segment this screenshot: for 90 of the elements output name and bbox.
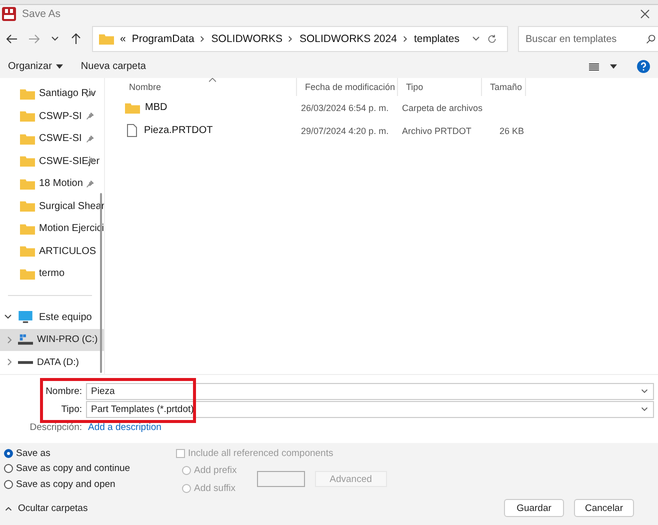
drive-icon xyxy=(18,334,33,346)
folder-icon xyxy=(20,178,35,190)
chevron-icon[interactable] xyxy=(4,313,12,322)
file-name: MBD xyxy=(145,102,168,114)
back-arrow-icon[interactable] xyxy=(6,33,18,46)
sidebar-label: CSWP-SI xyxy=(39,110,82,122)
add-description-link[interactable]: Add a description xyxy=(86,422,162,434)
address-bar[interactable]: « ProgramData SOLIDWORKS SOLIDWORKS 2024 templates xyxy=(92,26,508,52)
forward-arrow-icon[interactable] xyxy=(28,33,40,46)
breadcrumb[interactable]: templates xyxy=(414,33,460,46)
hide-folders-button[interactable]: Ocultar carpetas xyxy=(4,502,88,514)
modified-date: 29/07/2024 4:20 p. m. xyxy=(301,126,389,136)
sidebar-item[interactable]: ARTICULOS xyxy=(0,240,104,263)
filename-field[interactable]: Pieza xyxy=(86,383,654,400)
file-type: Archivo PRTDOT xyxy=(402,126,472,136)
file-row[interactable]: MBD 26/03/2024 6:54 p. m. Carpeta de archivos xyxy=(121,96,658,119)
document-icon xyxy=(127,124,137,138)
modified-date: 26/03/2024 6:54 p. m. xyxy=(301,102,389,113)
sidebar-item[interactable]: CSWE-SIEjer xyxy=(0,150,104,173)
radio-label[interactable]: Save as xyxy=(16,448,50,459)
overflow-chevrons[interactable]: « xyxy=(120,33,126,46)
sidebar-item[interactable]: Motion Ejercici xyxy=(0,218,104,240)
chevron-right-icon xyxy=(402,35,408,44)
new-folder-button[interactable]: Nueva carpeta xyxy=(76,59,150,74)
list-view-icon[interactable] xyxy=(588,60,600,73)
breadcrumb[interactable]: ProgramData xyxy=(132,33,194,46)
sidebar-label: 18 Motion xyxy=(39,178,83,190)
search-field[interactable]: Buscar en templates xyxy=(518,26,658,52)
sidebar-label: Motion Ejercici xyxy=(39,223,104,234)
folder-icon xyxy=(20,222,35,235)
radio-button[interactable] xyxy=(4,480,13,489)
breadcrumb[interactable]: SOLIDWORKS 2024 xyxy=(299,33,397,46)
field-label: Descripción: xyxy=(28,422,83,434)
sidebar-label: CSWE-SI xyxy=(39,133,82,144)
monitor-icon xyxy=(18,311,33,324)
folder-icon xyxy=(20,155,35,168)
tree-label: WIN-PRO (C:) xyxy=(37,334,98,346)
sidebar-item[interactable]: CSWP-SI xyxy=(0,105,104,128)
folder-icon xyxy=(99,33,114,46)
text-field[interactable] xyxy=(256,471,305,488)
file-name: Pieza.PRTDOT xyxy=(144,125,213,136)
folder-icon xyxy=(20,200,35,212)
file-size: 26 KB xyxy=(499,126,524,136)
help-icon[interactable] xyxy=(637,60,650,74)
field-label: Tipo: xyxy=(60,404,83,416)
sidebar-label: ARTICULOS xyxy=(39,246,96,257)
file-row[interactable]: Pieza.PRTDOT 29/07/2024 4:20 p. m. Archivo PRTDOT 26 KB xyxy=(121,120,658,142)
sidebar-item[interactable]: termo xyxy=(0,262,104,286)
sidebar-item[interactable]: 18 Motion xyxy=(0,172,104,196)
organize-menu-button[interactable]: Organizar xyxy=(4,59,67,74)
folder-icon xyxy=(20,110,35,122)
chevron-right-icon xyxy=(288,35,294,44)
folder-icon xyxy=(20,132,35,145)
radio-button[interactable] xyxy=(4,464,13,474)
close-icon[interactable] xyxy=(640,8,650,19)
file-type-dropdown[interactable]: Part Templates (*.prtdot) xyxy=(86,401,654,418)
folder-icon xyxy=(20,268,35,280)
column-header[interactable]: Tamaño xyxy=(482,78,526,96)
radio-label[interactable]: Save as copy and open xyxy=(16,478,116,490)
sidebar-label: CSWE-SIEjer xyxy=(39,156,100,167)
column-header[interactable]: Nombre xyxy=(121,78,297,96)
sidebar-item[interactable]: CSWE-SI xyxy=(0,128,104,150)
search-icon xyxy=(646,34,656,44)
file-type: Carpeta de archivos xyxy=(402,102,483,113)
radio-label[interactable]: Save as copy and continue xyxy=(16,463,130,474)
tree-label: Este equipo xyxy=(39,312,92,323)
field-label: Nombre: xyxy=(44,386,83,398)
column-header[interactable]: Tipo xyxy=(398,78,482,96)
folder-icon xyxy=(125,102,140,114)
save-button[interactable]: Guardar xyxy=(504,499,564,518)
scrollbar-thumb[interactable] xyxy=(100,192,102,373)
sort-up-caret-icon xyxy=(209,78,216,82)
tree-item[interactable]: Este equipo xyxy=(0,306,104,329)
caret-icon xyxy=(56,64,63,70)
tree-label: DATA (D:) xyxy=(37,356,79,368)
sidebar-label: termo xyxy=(39,268,65,280)
window-title: Save As xyxy=(22,8,61,20)
breadcrumb[interactable]: SOLIDWORKS xyxy=(211,33,282,46)
chevron-right-icon xyxy=(200,35,206,44)
cancel-button[interactable]: Cancelar xyxy=(574,499,634,518)
up-arrow-icon[interactable] xyxy=(70,33,82,46)
caret-icon[interactable] xyxy=(610,64,617,70)
tree-item[interactable]: WIN-PRO (C:) xyxy=(0,328,104,352)
refresh-icon[interactable] xyxy=(487,34,498,44)
radio-button[interactable] xyxy=(4,448,13,458)
column-header[interactable]: Fecha de modificación xyxy=(297,78,398,96)
drive-icon xyxy=(18,360,33,364)
tree-item[interactable]: DATA (D:) xyxy=(0,351,104,374)
folder-icon xyxy=(20,88,35,100)
folder-icon xyxy=(20,245,35,258)
